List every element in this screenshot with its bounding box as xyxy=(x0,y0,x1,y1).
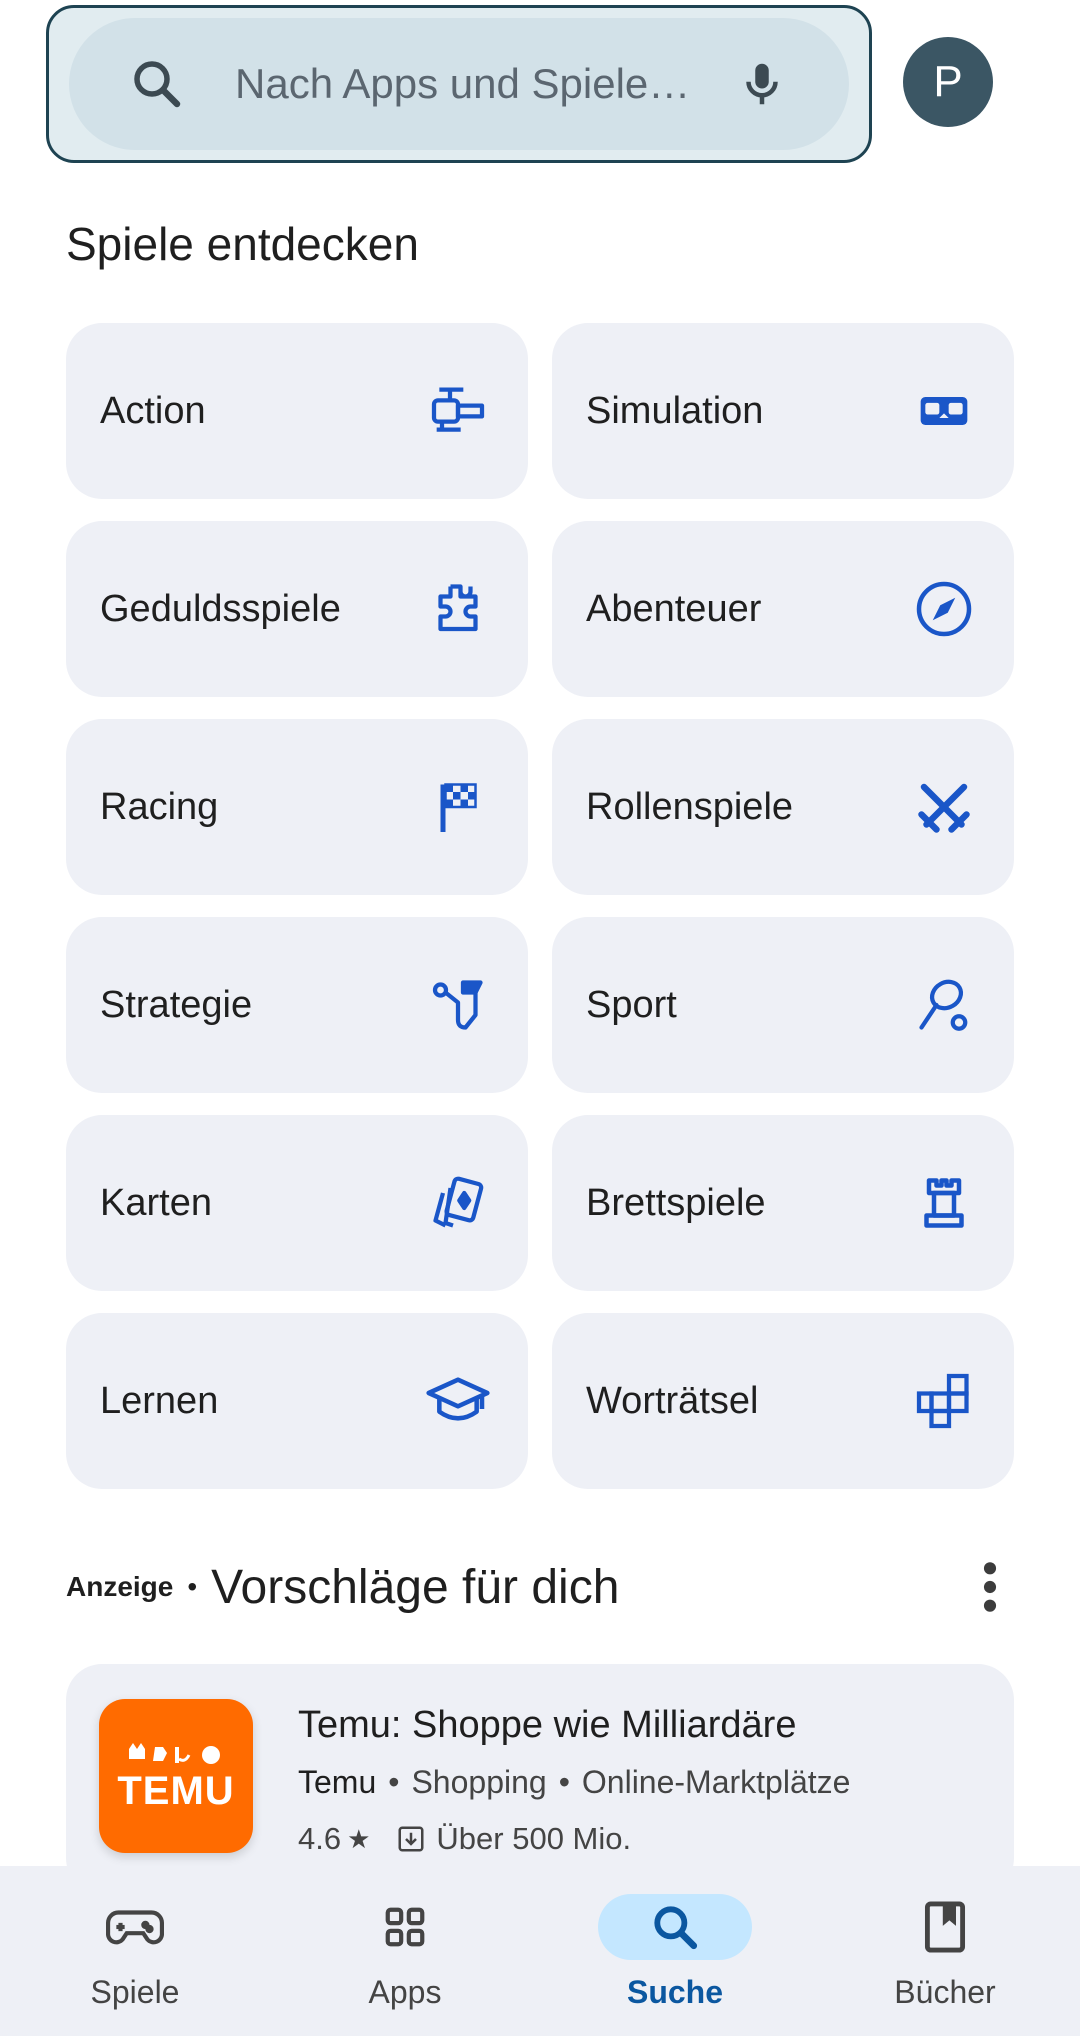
temu-logo-text: TEMU xyxy=(117,1768,235,1813)
cards-icon xyxy=(424,1169,492,1237)
category-label: Abenteuer xyxy=(586,587,762,630)
category-label: Strategie xyxy=(100,983,253,1026)
app-stats: 4.6 ★ Über 500 Mio. xyxy=(298,1821,631,1857)
meta-separator: • xyxy=(388,1764,400,1800)
temu-app-icon: TEMU xyxy=(99,1699,253,1853)
nav-pill xyxy=(328,1894,482,1960)
category-label: Action xyxy=(100,389,206,432)
category-wortraetsel[interactable]: Worträtsel xyxy=(552,1313,1014,1489)
star-icon: ★ xyxy=(347,1823,371,1854)
category-label: Racing xyxy=(100,785,219,828)
category-grid: Action Simulation Geduldsspiele Abenteue… xyxy=(66,323,1014,1489)
nav-item-buecher[interactable]: Bücher xyxy=(810,1866,1080,2036)
search-input[interactable]: Nach Apps und Spiele… xyxy=(235,60,735,108)
apps-grid-icon xyxy=(385,1907,425,1947)
checkered-flag-icon xyxy=(424,773,492,841)
nav-item-apps[interactable]: Apps xyxy=(270,1866,540,2036)
nav-pill xyxy=(58,1894,212,1960)
nav-pill xyxy=(868,1894,1022,1960)
nav-label: Bücher xyxy=(894,1974,996,2010)
nav-pill-active xyxy=(598,1894,752,1960)
separator-dot: • xyxy=(187,1571,198,1602)
account-avatar[interactable]: P xyxy=(903,37,993,127)
bookmark-book-icon xyxy=(924,1901,966,1953)
section-title: Spiele entdecken xyxy=(66,218,419,270)
temu-logo-mascots-icon xyxy=(129,1742,220,1764)
category-rollenspiele[interactable]: Rollenspiele xyxy=(552,719,1014,895)
search-icon xyxy=(654,1906,698,1950)
app-suggestion-card[interactable]: TEMU Temu: Shoppe wie Milliardäre Temu • S… xyxy=(66,1664,1014,1894)
app-subcategory: Online-Marktplätze xyxy=(581,1764,851,1800)
category-action[interactable]: Action xyxy=(66,323,528,499)
simulation-icon xyxy=(910,377,978,445)
app-downloads: Über 500 Mio. xyxy=(436,1821,632,1856)
nav-label: Apps xyxy=(368,1974,442,2010)
category-label: Sport xyxy=(586,983,677,1026)
category-label: Simulation xyxy=(586,389,764,432)
search-field[interactable]: Nach Apps und Spiele… xyxy=(69,18,849,150)
category-label: Lernen xyxy=(100,1379,219,1422)
ad-label: Anzeige xyxy=(66,1571,174,1602)
category-racing[interactable]: Racing xyxy=(66,719,528,895)
app-meta: Temu • Shopping • Online-Marktplätze xyxy=(298,1764,850,1801)
sport-icon xyxy=(910,971,978,1039)
category-karten[interactable]: Karten xyxy=(66,1115,528,1291)
puzzle-icon xyxy=(424,575,492,643)
app-category: Shopping xyxy=(411,1764,547,1800)
category-abenteuer[interactable]: Abenteuer xyxy=(552,521,1014,697)
search-icon xyxy=(134,61,181,108)
meta-separator: • xyxy=(558,1764,570,1800)
app-name: Temu: Shoppe wie Milliardäre xyxy=(298,1704,797,1746)
category-strategie[interactable]: Strategie xyxy=(66,917,528,1093)
download-icon xyxy=(398,1826,424,1852)
bottom-navigation: Spiele Apps Suche Bücher xyxy=(0,1866,1080,2036)
app-publisher: Temu xyxy=(298,1764,377,1800)
nav-label: Suche xyxy=(626,1974,724,2010)
compass-icon xyxy=(910,575,978,643)
nav-item-spiele[interactable]: Spiele xyxy=(0,1866,270,2036)
category-label: Geduldsspiele xyxy=(100,587,341,630)
category-label: Brettspiele xyxy=(586,1181,766,1224)
ads-section-title: Vorschläge für dich xyxy=(211,1560,620,1614)
crossed-swords-icon xyxy=(910,773,978,841)
category-sport[interactable]: Sport xyxy=(552,917,1014,1093)
word-grid-icon xyxy=(910,1367,978,1435)
category-geduldsspiele[interactable]: Geduldsspiele xyxy=(66,521,528,697)
microphone-icon[interactable] xyxy=(735,54,789,114)
nav-item-suche[interactable]: Suche xyxy=(540,1866,810,2036)
app-rating: 4.6 xyxy=(298,1821,342,1856)
chess-rook-icon xyxy=(910,1169,978,1237)
category-simulation[interactable]: Simulation xyxy=(552,323,1014,499)
category-brettspiele[interactable]: Brettspiele xyxy=(552,1115,1014,1291)
action-icon xyxy=(424,377,492,445)
category-lernen[interactable]: Lernen xyxy=(66,1313,528,1489)
category-label: Karten xyxy=(100,1181,212,1224)
gamepad-icon xyxy=(106,1910,164,1945)
search-bar[interactable]: Nach Apps und Spiele… xyxy=(46,5,872,163)
play-store-search-page: Nach Apps und Spiele… P Spiele entdecken… xyxy=(0,0,1080,2036)
graduation-cap-icon xyxy=(424,1367,492,1435)
strategy-icon xyxy=(424,971,492,1039)
more-vert-icon[interactable] xyxy=(982,1559,998,1615)
ads-section-header: Anzeige • Vorschläge für dich xyxy=(66,1555,1014,1619)
category-label: Rollenspiele xyxy=(586,785,794,828)
nav-label: Spiele xyxy=(90,1974,180,2010)
category-label: Worträtsel xyxy=(586,1379,759,1422)
